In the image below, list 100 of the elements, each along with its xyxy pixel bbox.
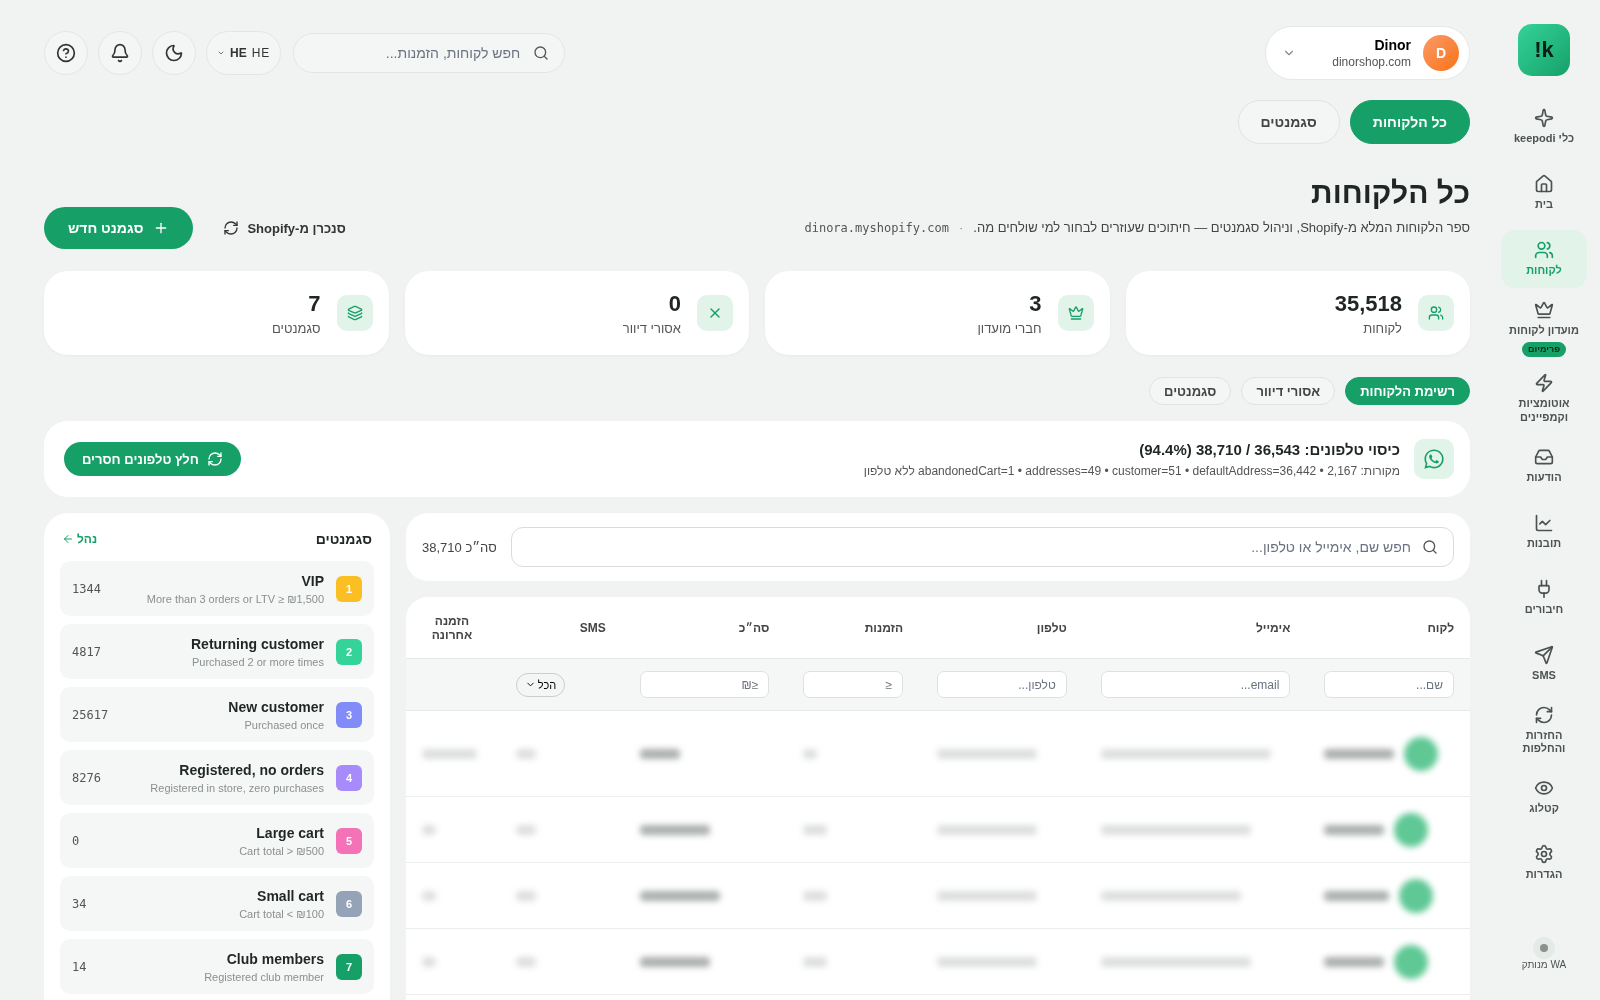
- segment-name: VIP: [301, 572, 324, 589]
- crown-icon: [1057, 295, 1094, 331]
- layers-icon: [336, 295, 373, 331]
- user-name: Dinor: [1374, 37, 1411, 53]
- sub-tab[interactable]: סגמנטים: [1149, 377, 1232, 405]
- user-menu[interactable]: D Dinor dinorshop.com: [1265, 26, 1470, 80]
- users-icon: [1418, 295, 1454, 331]
- sidebar-item[interactable]: מועדון לקוחות פרימיום: [1501, 296, 1587, 361]
- sub-tab[interactable]: אסורי דיוור: [1241, 377, 1336, 405]
- users-icon: [1534, 240, 1554, 261]
- sidebar-item[interactable]: בית: [1501, 164, 1587, 222]
- segment-count: 34: [72, 896, 87, 911]
- stat-label: חברי מועדון: [977, 320, 1042, 336]
- segment-item[interactable]: 1 VIP More than 3 orders or LTV ≥ ₪1,500 1344: [60, 561, 374, 616]
- segment-number: 5: [336, 827, 362, 854]
- segment-item[interactable]: 4 Registered, no orders Registered in store, zero purchases 8276: [60, 750, 374, 805]
- coverage-title: כיסוי טלפונים: 36,543 / 38,710 (94.4%): [1138, 440, 1400, 458]
- sidebar-item[interactable]: חיבורים: [1501, 568, 1587, 627]
- segment-count: 1344: [72, 581, 101, 596]
- segment-description: Purchased 2 or more times: [191, 655, 324, 668]
- caret-icon: [217, 49, 225, 57]
- segment-count: 8276: [72, 770, 101, 785]
- stat-label: אסורי דיוור: [622, 320, 681, 336]
- stat-value: 3: [1028, 290, 1042, 317]
- filter-field[interactable]: שם...: [1324, 671, 1454, 698]
- language-button[interactable]: HE HE: [206, 31, 282, 75]
- user-domain: dinorshop.com: [1332, 55, 1411, 69]
- segment-item[interactable]: 3 New customer Purchased once 25617: [60, 687, 374, 742]
- segment-description: Cart total > ₪500: [239, 844, 324, 857]
- segment-number: 7: [336, 953, 362, 980]
- segment-description: Cart total < ₪100: [239, 907, 324, 920]
- column-header: סה״כ: [737, 620, 770, 635]
- segment-number: 2: [336, 638, 362, 665]
- wa-status: WA מנותק: [1521, 959, 1567, 970]
- segment-description: Registered in store, zero purchases: [150, 781, 324, 794]
- search-field[interactable]: חפש לקוחות, הזמנות...: [293, 33, 566, 73]
- segment-item[interactable]: 5 Large cart Cart total > ₪500 0: [60, 813, 374, 868]
- sidebar-item[interactable]: הגדרות: [1501, 834, 1587, 892]
- segment-description: More than 3 orders or LTV ≥ ₪1,500: [146, 592, 324, 605]
- view-tab[interactable]: סגמנטים: [1237, 100, 1340, 144]
- sidebar-item[interactable]: קטלוג: [1501, 768, 1587, 826]
- segment-name: Registered, no orders: [179, 761, 324, 778]
- segment-name: Club members: [226, 950, 324, 967]
- segment-name: New customer: [228, 698, 324, 715]
- refresh-icon: [1534, 704, 1554, 725]
- filter-field[interactable]: email...: [1100, 671, 1291, 698]
- sync-button[interactable]: סנכרן מ-Shopify: [217, 219, 352, 237]
- separator-dot: ·: [958, 220, 964, 235]
- notifications-icon[interactable]: [98, 31, 142, 75]
- page-subtitle: ספר הלקוחות המלא מ-Shopify, וניהול סגמנטים — חיתוכים שעוזרים לבחור למי שולחים מה.: [973, 220, 1470, 235]
- segment-item[interactable]: 2 Returning customer Purchased 2 or more times 4817: [60, 624, 374, 679]
- page-title: כל הלקוחות: [1310, 176, 1470, 210]
- segment-description: Purchased once: [244, 718, 324, 731]
- segment-item[interactable]: 6 Small cart Cart total < ₪100 34: [60, 876, 374, 931]
- sidebar-item[interactable]: הודעות: [1501, 436, 1587, 495]
- sparkle-icon: [1534, 108, 1554, 129]
- filter-field[interactable]: טלפון...: [937, 671, 1067, 698]
- user-avatar: D: [1423, 35, 1459, 71]
- refresh-icon: [223, 220, 240, 236]
- filter-field[interactable]: ≤: [803, 671, 904, 698]
- sidebar-item[interactable]: SMS: [1501, 634, 1587, 693]
- arrow-left-icon: [62, 533, 74, 545]
- column-header: לקוח: [1426, 620, 1454, 635]
- moon-icon[interactable]: [152, 31, 196, 75]
- segment-number: 6: [336, 890, 362, 917]
- whatsapp-icon: [1414, 439, 1454, 479]
- filter-dropdown[interactable]: הכל: [515, 672, 566, 697]
- sidebar-item[interactable]: החזרות והחלפות: [1501, 700, 1587, 760]
- refresh-icon: [206, 451, 223, 467]
- total-count: סה״כ 38,710: [422, 539, 497, 555]
- segment-count: 4817: [72, 644, 101, 659]
- app-logo[interactable]: !k: [1518, 24, 1570, 76]
- column-header: אימייל: [1254, 620, 1291, 635]
- column-header: הזמנה אחרונה: [430, 613, 474, 642]
- close-icon: [697, 295, 733, 331]
- home-icon: [1534, 174, 1554, 195]
- crown-icon: [1534, 300, 1554, 320]
- segment-name: Returning customer: [191, 635, 324, 652]
- coverage-sources: מקורות: abandonedCart=1 • addresses=49 • customer=51 • defaultAddress=36,442 • 2,167 ללא טלפון: [862, 463, 1400, 478]
- customer-search-field[interactable]: חפש שם, אימייל או טלפון...: [510, 527, 1454, 567]
- sidebar-item[interactable]: תובנות: [1501, 502, 1587, 561]
- column-header: SMS: [578, 620, 606, 635]
- sidebar-item[interactable]: כלי keepodi: [1501, 98, 1587, 156]
- column-header: הזמנות: [863, 620, 904, 635]
- help-icon[interactable]: [44, 31, 88, 75]
- segment-count: 14: [72, 959, 87, 974]
- segment-number: 1: [336, 575, 362, 602]
- chart-icon: [1534, 512, 1554, 533]
- sidebar-item[interactable]: אוטומציות וקמפיינים: [1501, 369, 1587, 429]
- column-header: טלפון: [1035, 620, 1067, 635]
- search-icon: [1422, 539, 1438, 555]
- settings-icon: [1534, 844, 1554, 865]
- send-icon: [1534, 644, 1554, 665]
- stat-label: לקוחות: [1362, 320, 1402, 336]
- segments-title: סגמנטים: [315, 531, 372, 547]
- filter-field[interactable]: ≤₪: [639, 671, 770, 698]
- segment-name: Large cart: [256, 824, 324, 841]
- stat-value: 0: [667, 290, 681, 317]
- premium-badge: פרימיום: [1522, 341, 1567, 357]
- segment-item[interactable]: 7 Club members Registered club member 14: [60, 939, 374, 994]
